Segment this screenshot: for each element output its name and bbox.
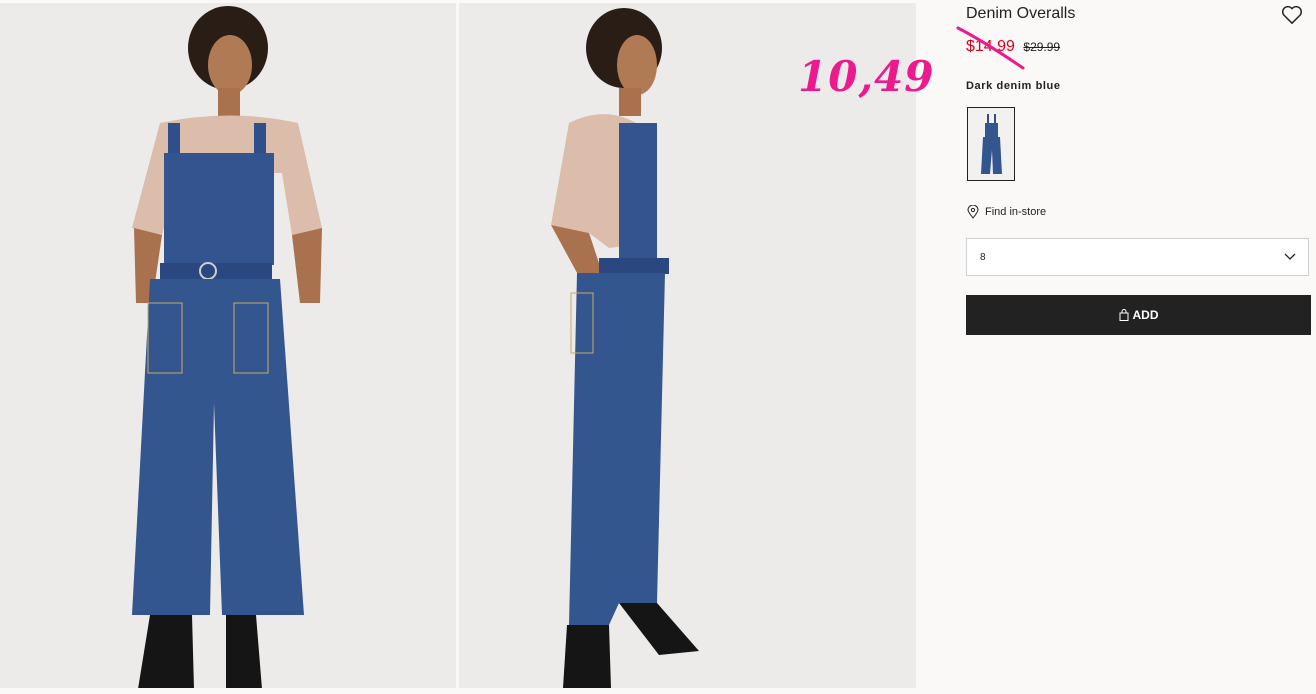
overalls-thumbnail [981, 114, 1002, 174]
size-select[interactable]: 8 [966, 238, 1309, 276]
heart-icon[interactable] [1281, 5, 1303, 25]
find-in-store-label: Find in-store [985, 206, 1047, 218]
product-image-side[interactable] [459, 3, 916, 688]
model-front-illustration [132, 6, 322, 688]
product-image-front[interactable] [0, 3, 456, 688]
shopping-bag-icon [1119, 309, 1128, 321]
sale-price: $14.99 [966, 38, 1015, 55]
add-button-label: ADD [1132, 308, 1159, 322]
location-pin-icon [967, 205, 979, 219]
add-to-bag-button[interactable]: ADD [966, 295, 1311, 335]
price-row: $14.99 $29.99 [966, 38, 1060, 56]
color-swatch-dark-denim-blue[interactable] [967, 107, 1015, 181]
model-side-illustration [551, 8, 699, 688]
selected-size: 8 [980, 251, 986, 263]
color-label: Dark denim blue [966, 80, 1061, 92]
find-in-store-link[interactable]: Find in-store [967, 205, 1046, 219]
original-price: $29.99 [1023, 40, 1061, 54]
chevron-down-icon [1284, 253, 1296, 260]
handwritten-price-annotation: 10,49 [798, 52, 935, 101]
product-title: Denim Overalls [966, 5, 1076, 22]
